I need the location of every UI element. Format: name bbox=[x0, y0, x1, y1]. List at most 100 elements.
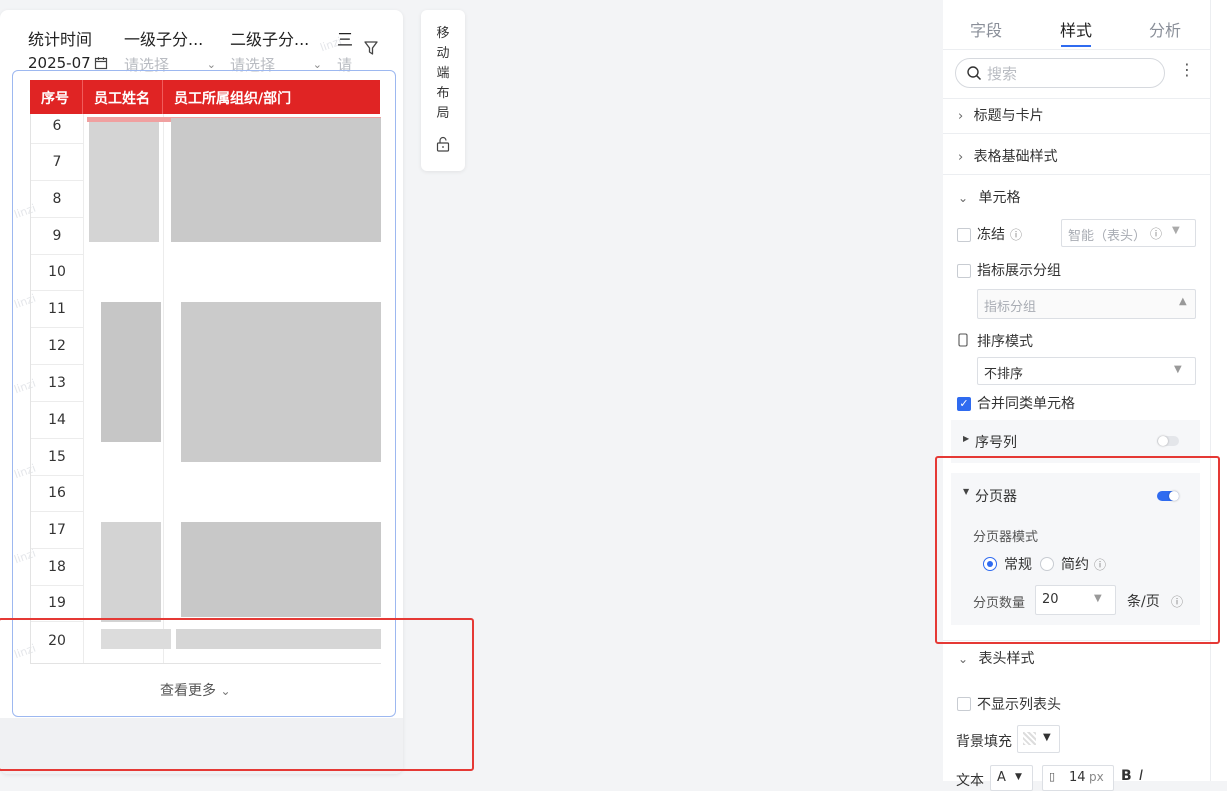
italic-icon[interactable]: I bbox=[1139, 768, 1143, 784]
tabs-divider bbox=[943, 49, 1210, 50]
font-size-icon: ▯ bbox=[1049, 770, 1056, 783]
caret-up-icon: ▲ bbox=[1179, 296, 1187, 307]
text-color-picker[interactable]: A ▼ bbox=[990, 765, 1033, 791]
redacted-name-cells bbox=[89, 118, 159, 242]
freeze-select[interactable]: 智能（表头） ⓘ ▼ bbox=[1061, 219, 1196, 247]
row-index: 18 bbox=[48, 559, 66, 575]
highlight-box-mobile-bottom bbox=[0, 618, 474, 771]
bold-icon[interactable]: B bbox=[1121, 768, 1132, 784]
row-divider bbox=[31, 217, 83, 218]
select-value: 指标分组 bbox=[984, 300, 1037, 315]
metric-group-label: 指标展示分组 bbox=[977, 263, 1061, 279]
lock-icon[interactable] bbox=[436, 136, 450, 152]
row-divider bbox=[31, 401, 83, 402]
calendar-icon bbox=[94, 57, 107, 70]
section-label: 单元格 bbox=[978, 190, 1021, 206]
mobile-layout-tab[interactable]: 移 动 端 布 局 bbox=[421, 10, 465, 171]
section-label: 表格基础样式 bbox=[973, 149, 1058, 165]
filter-level2[interactable]: 二级子分... 请选择 ⌄ bbox=[230, 26, 322, 75]
header-divider bbox=[82, 80, 83, 114]
divider bbox=[943, 174, 1210, 175]
row-divider bbox=[31, 364, 83, 365]
filter-icon[interactable] bbox=[363, 40, 379, 56]
font-size-unit: px bbox=[1089, 770, 1104, 784]
caret-down-icon: ▼ bbox=[1172, 225, 1180, 236]
row-index: 16 bbox=[48, 485, 66, 501]
row-divider bbox=[31, 438, 83, 439]
label-char: 布 bbox=[436, 86, 450, 101]
mobile-device-icon bbox=[958, 333, 968, 347]
filter-level1[interactable]: 一级子分... 请选择 ⌄ bbox=[124, 26, 216, 75]
chevron-right-icon: › bbox=[958, 150, 964, 165]
row-index: 12 bbox=[48, 338, 66, 354]
tab-analysis[interactable]: 分析 bbox=[1149, 17, 1181, 41]
row-divider bbox=[31, 254, 83, 255]
row-index: 11 bbox=[48, 301, 66, 317]
more-options-icon[interactable]: ⋮ bbox=[1179, 60, 1195, 79]
hide-header-label: 不显示列表头 bbox=[977, 697, 1061, 713]
row-index: 8 bbox=[52, 191, 62, 207]
chevron-down-icon: ⌄ bbox=[958, 652, 969, 666]
index-column-toggle[interactable] bbox=[1157, 436, 1179, 446]
hide-header-checkbox[interactable] bbox=[957, 697, 971, 711]
row-index: 6 bbox=[52, 118, 62, 134]
row-divider bbox=[31, 548, 83, 549]
filter-level3[interactable]: 三 请 bbox=[337, 26, 353, 75]
header-employee-name: 员工姓名 bbox=[94, 91, 150, 107]
filter-label: 二级子分... bbox=[230, 30, 310, 49]
active-tab-indicator bbox=[1061, 45, 1091, 47]
merge-cells-label: 合并同类单元格 bbox=[977, 396, 1075, 412]
table-header: 序号 员工姓名 员工所属组织/部门 bbox=[30, 80, 380, 114]
chevron-right-icon: › bbox=[958, 109, 964, 124]
section-table-base[interactable]: › 表格基础样式 bbox=[958, 146, 1058, 166]
text-label: 文本 bbox=[956, 773, 984, 789]
row-index: 14 bbox=[48, 412, 66, 428]
redacted-name-cells bbox=[101, 302, 161, 442]
search-input[interactable]: 搜索 bbox=[955, 58, 1165, 88]
panel-edge bbox=[1210, 0, 1227, 781]
freeze-checkbox[interactable] bbox=[957, 228, 971, 242]
column-divider bbox=[83, 114, 84, 663]
freeze-label: 冻结 bbox=[977, 227, 1005, 243]
row-divider bbox=[31, 180, 83, 181]
font-size-value: 14 bbox=[1069, 770, 1086, 785]
header-department: 员工所属组织/部门 bbox=[174, 91, 292, 107]
label-char: 移 bbox=[436, 26, 450, 41]
row-index: 9 bbox=[52, 228, 62, 244]
label-char: 局 bbox=[436, 106, 450, 121]
tab-style[interactable]: 样式 bbox=[1060, 17, 1092, 41]
bg-fill-label: 背景填充 bbox=[956, 734, 1012, 750]
row-index: 7 bbox=[52, 154, 62, 170]
divider bbox=[943, 133, 1210, 134]
highlight-box-pager bbox=[935, 456, 1220, 644]
bg-fill-picker[interactable]: ▼ bbox=[1017, 725, 1060, 753]
chevron-down-icon: ⌄ bbox=[958, 191, 969, 205]
filter-stat-time[interactable]: 统计时间 2025-07 bbox=[28, 26, 108, 72]
metric-group-select[interactable]: 指标分组 ▲ bbox=[977, 289, 1196, 319]
row-index: 13 bbox=[48, 375, 66, 391]
redacted-dept-cells bbox=[181, 522, 381, 617]
section-header-style[interactable]: ⌄ 表头样式 bbox=[958, 648, 1035, 668]
search-placeholder: 搜索 bbox=[987, 65, 1018, 83]
filter-label: 三 bbox=[337, 30, 353, 49]
header-index: 序号 bbox=[41, 91, 69, 107]
redacted-name-cells bbox=[101, 522, 161, 622]
font-size-input[interactable]: ▯ 14 px bbox=[1042, 765, 1114, 791]
metric-group-checkbox[interactable] bbox=[957, 264, 971, 278]
row-index: 15 bbox=[48, 449, 66, 465]
merge-cells-checkbox[interactable]: ✓ bbox=[957, 397, 971, 411]
search-icon bbox=[967, 66, 982, 81]
filter-label: 一级子分... bbox=[124, 30, 204, 49]
section-cell[interactable]: ⌄ 单元格 bbox=[958, 187, 1021, 207]
redacted-dept-cells bbox=[181, 302, 381, 462]
section-label: 表头样式 bbox=[978, 651, 1035, 667]
section-title-card[interactable]: › 标题与卡片 bbox=[958, 105, 1044, 125]
tab-fields[interactable]: 字段 bbox=[970, 17, 1002, 41]
caret-down-icon: ▼ bbox=[1043, 732, 1051, 743]
info-icon[interactable]: ⓘ bbox=[1010, 226, 1022, 243]
row-divider bbox=[31, 290, 83, 291]
table-body: 6 7 8 9 10 11 12 13 14 15 16 17 18 19 20 bbox=[30, 114, 381, 664]
column-divider bbox=[163, 114, 164, 663]
sort-mode-select[interactable]: 不排序 ▼ bbox=[977, 357, 1196, 385]
row-divider bbox=[31, 143, 83, 144]
